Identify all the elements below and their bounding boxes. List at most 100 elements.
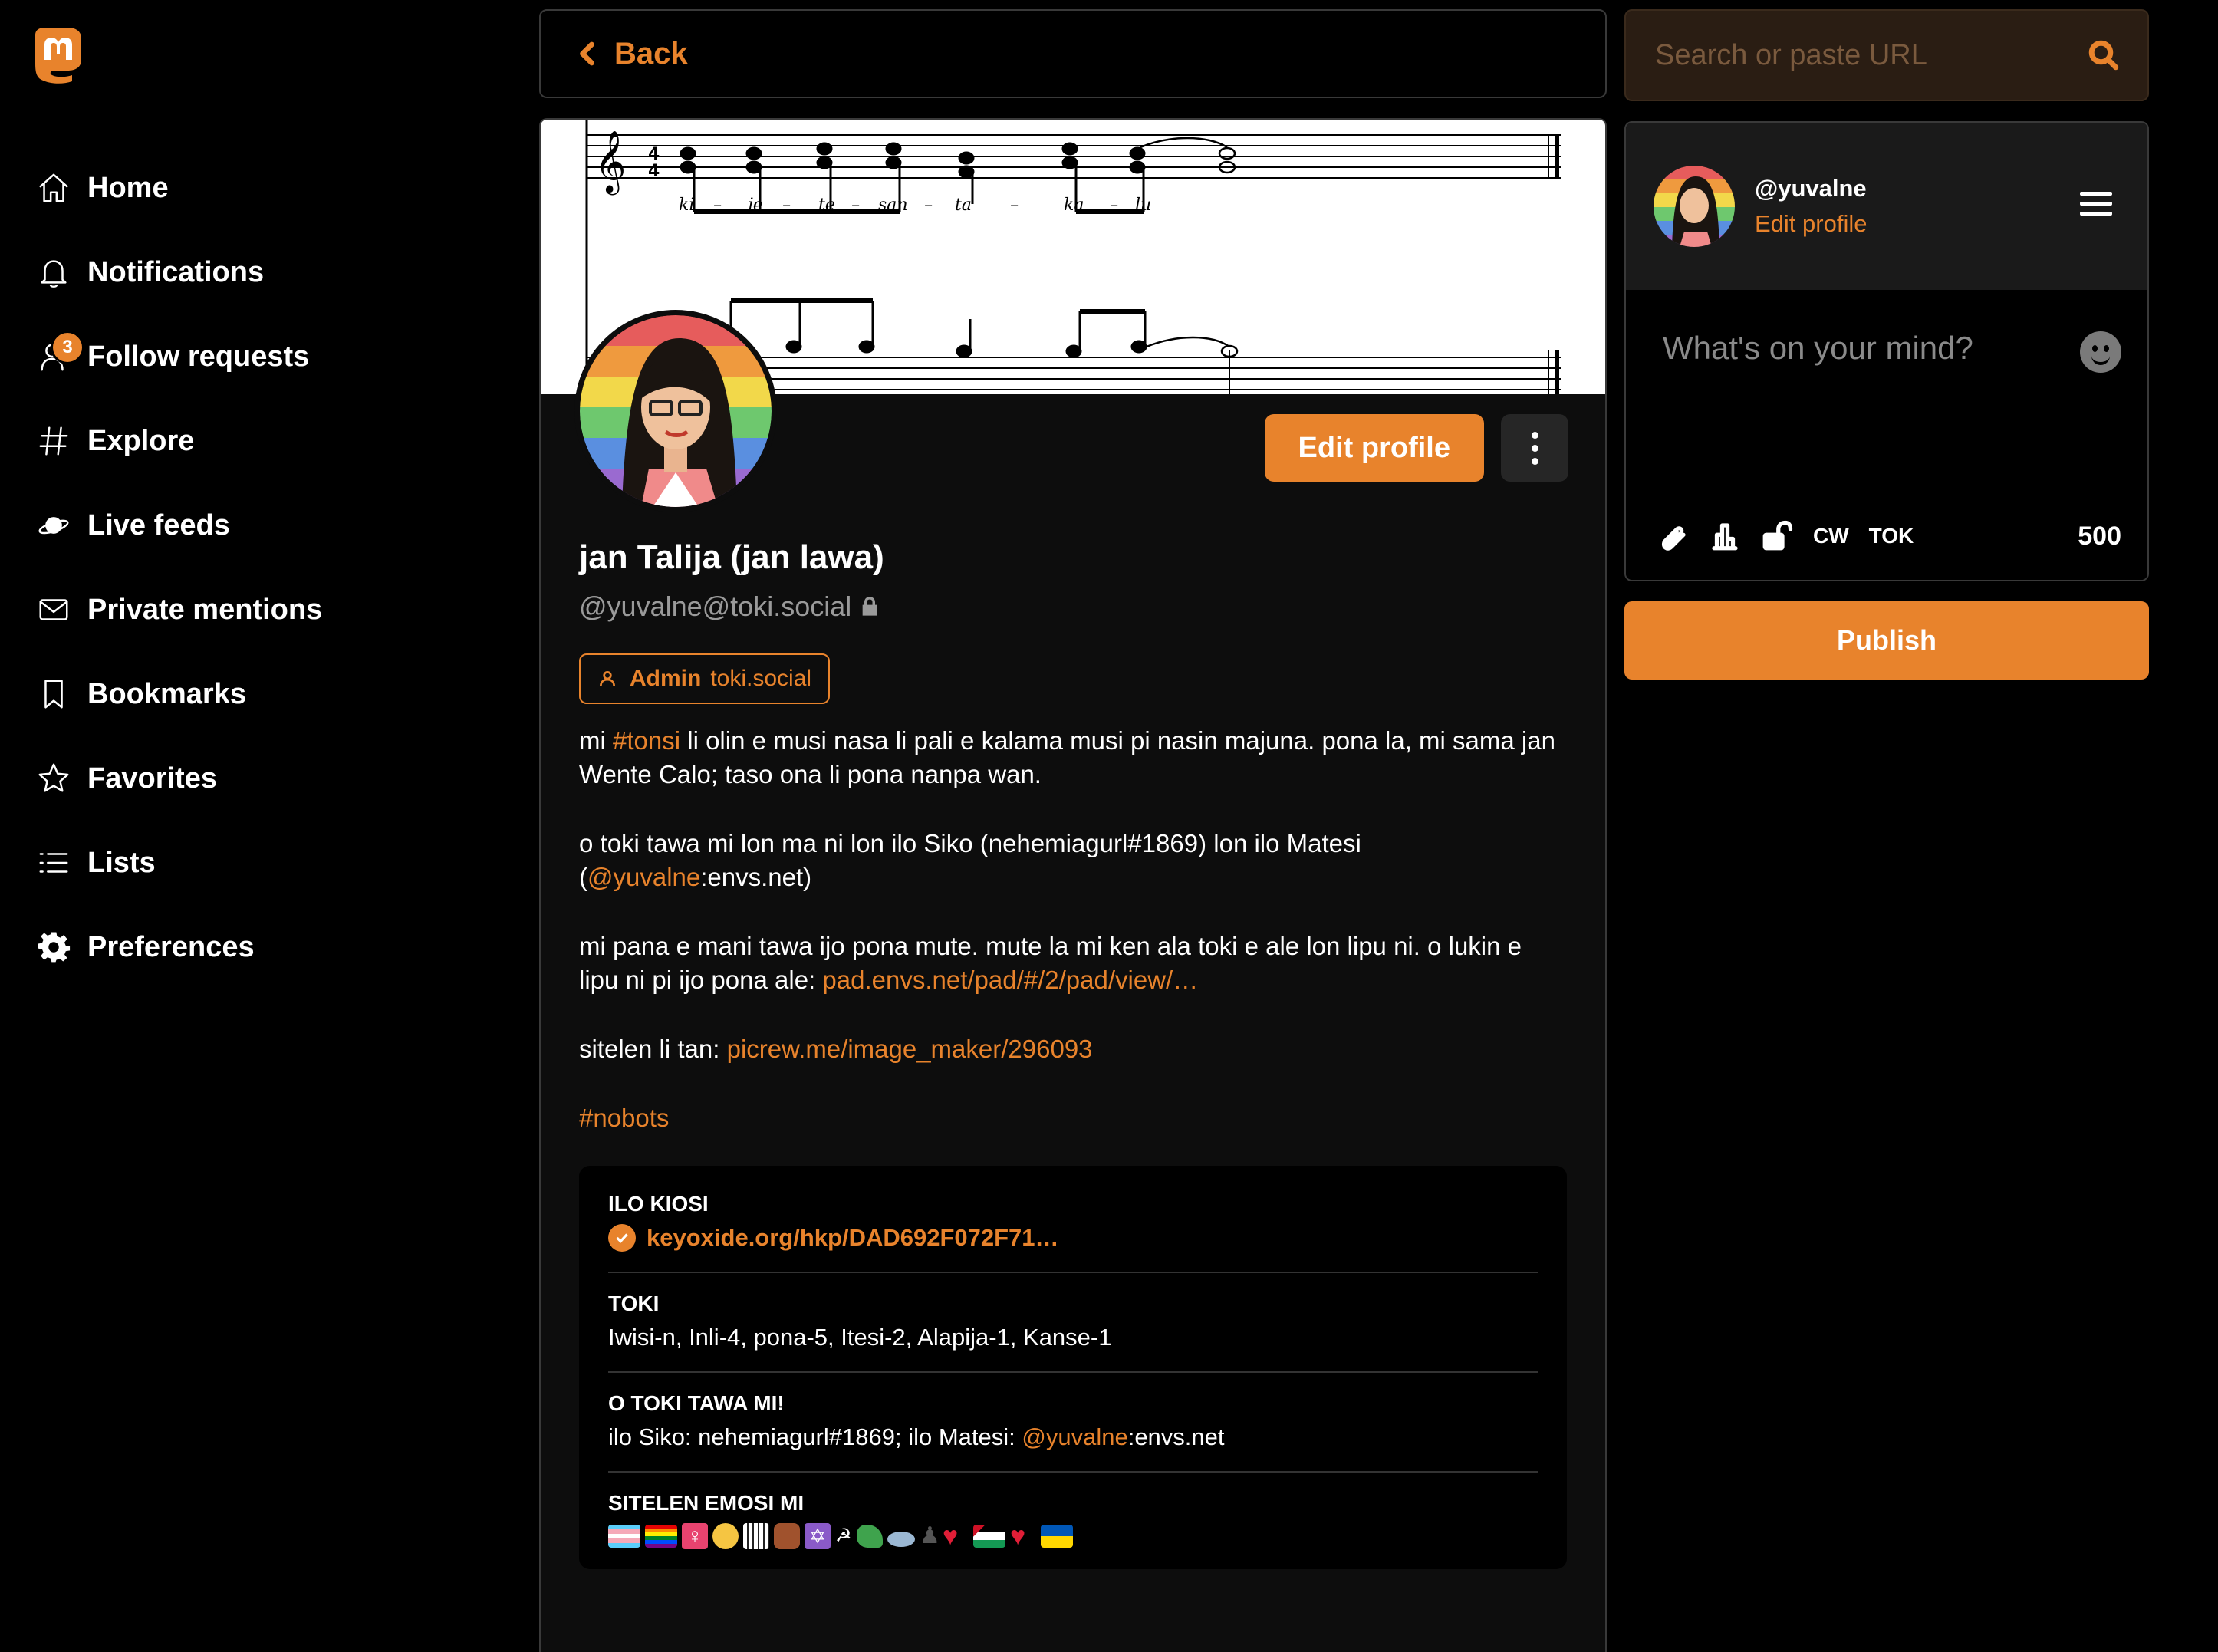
profile-fields: ILO KIOSI keyoxide.org/hkp/DAD692F072F71… — [579, 1166, 1567, 1569]
field-text: ilo Siko: nehemiagurl#1869; ilo Matesi: — [608, 1423, 1015, 1450]
role-badge: Admin toki.social — [579, 653, 831, 704]
ufo-icon — [887, 1532, 915, 1547]
pad-link[interactable]: pad.envs.net/pad/#/2/pad/view/… — [822, 966, 1198, 994]
mention-link[interactable]: @yuvalne — [1022, 1423, 1127, 1451]
profile-bio: mi #tonsi li olin e musi nasa li pali e … — [579, 724, 1567, 1135]
field-name: O TOKI TAWA MI! — [608, 1391, 785, 1415]
dot — [1531, 444, 1538, 452]
bell-icon — [34, 252, 74, 292]
bio-text: mi — [579, 726, 613, 755]
nerd-face-icon — [712, 1523, 739, 1549]
transgender-flag-icon — [608, 1525, 640, 1548]
role-label: Admin — [630, 666, 702, 691]
search-input[interactable] — [1654, 38, 2055, 73]
bio-text: sitelen li tan: — [579, 1035, 727, 1063]
follow-requests-badge: 3 — [51, 331, 84, 364]
nav-item-explore[interactable]: Explore — [34, 399, 494, 483]
menu-bar — [2080, 212, 2112, 216]
profile-field: TOKI Iwisi-n, Inli-4, pona-5, Itesi-2, A… — [608, 1273, 1538, 1373]
red-heart-icon: ♥ — [1010, 1522, 1026, 1551]
paperclip-icon[interactable] — [1657, 520, 1689, 552]
profile-field: ILO KIOSI keyoxide.org/hkp/DAD692F072F71… — [608, 1173, 1538, 1273]
female-sign-icon: ♀ — [682, 1523, 708, 1549]
dot — [1531, 431, 1538, 439]
mastodon-logo-icon[interactable] — [28, 26, 86, 84]
account-handle[interactable]: @yuvalne@toki.social — [579, 591, 1567, 623]
emoji-picker-icon[interactable] — [2080, 331, 2121, 373]
hashtag-icon — [34, 421, 74, 461]
gear-icon — [34, 927, 74, 967]
picrew-link[interactable]: picrew.me/image_maker/296093 — [727, 1035, 1093, 1063]
svg-text:–: – — [713, 196, 722, 215]
search-bar — [1624, 9, 2149, 101]
list-icon — [34, 843, 74, 883]
dot — [1531, 457, 1538, 465]
palestine-flag-icon — [973, 1525, 1005, 1548]
lyric-text: te — [818, 196, 835, 215]
compose-textarea[interactable] — [1661, 328, 2063, 423]
publish-button[interactable]: Publish — [1624, 601, 2149, 680]
nav-item-bookmarks[interactable]: Bookmarks — [34, 652, 494, 736]
current-user-bar: @yuvalne Edit profile — [1626, 123, 2147, 290]
emoji-row: ♀ ✡ ☭ ♟ ♥ ♥ — [608, 1523, 1538, 1549]
edit-profile-button[interactable]: Edit profile — [1264, 414, 1484, 482]
field-name: SITELEN EMOSI MI — [608, 1491, 805, 1515]
keyoxide-link[interactable]: keyoxide.org/hkp/DAD692F072F71… — [647, 1224, 1059, 1252]
current-user-avatar[interactable] — [1654, 166, 1735, 247]
character-counter: 500 — [2078, 521, 2121, 551]
back-label: Back — [614, 36, 688, 71]
nav-item-favorites[interactable]: Favorites — [34, 736, 494, 821]
nav-item-lists[interactable]: Lists — [34, 821, 494, 905]
main-navigation: Home Notifications 3 Follow requests Exp… — [34, 146, 494, 989]
envelope-icon — [34, 590, 74, 630]
hashtag-link[interactable]: #tonsi — [613, 726, 680, 755]
edit-profile-link[interactable]: Edit profile — [1755, 210, 1867, 238]
mention-link[interactable]: @yuvalne — [587, 863, 700, 891]
avatar-illustration — [1654, 166, 1735, 247]
svg-text:–: – — [851, 196, 860, 215]
svg-text:𝄞: 𝄞 — [594, 130, 626, 195]
lyric-text: ta — [955, 196, 972, 215]
nav-item-follow-requests[interactable]: 3 Follow requests — [34, 314, 494, 399]
back-button[interactable]: Back — [574, 37, 688, 71]
bio-text: :envs.net) — [700, 863, 812, 891]
poll-icon[interactable] — [1709, 520, 1741, 552]
content-warning-button[interactable]: CW — [1813, 524, 1849, 548]
chess-pawn-icon: ♟ — [920, 1523, 940, 1548]
current-user-handle[interactable]: @yuvalne — [1755, 175, 1867, 202]
profile-card: 𝄞 4 4 ki – je – te – san – ta – ka – lu … — [539, 118, 1607, 1652]
nav-item-live-feeds[interactable]: Live feeds — [34, 483, 494, 568]
rainbow-flag-icon — [645, 1525, 677, 1548]
lyric-text: lu — [1135, 196, 1151, 215]
ukraine-flag-icon — [1041, 1525, 1073, 1548]
dragon-icon — [857, 1525, 883, 1548]
nav-item-notifications[interactable]: Notifications — [34, 230, 494, 314]
column-header: Back — [539, 9, 1607, 98]
field-value: Iwisi-n, Inli-4, pona-5, Itesi-2, Alapij… — [608, 1324, 1112, 1351]
more-options-button[interactable] — [1501, 414, 1568, 482]
profile-avatar[interactable] — [574, 310, 777, 512]
hammer-sickle-icon: ☭ — [835, 1525, 852, 1546]
nav-item-private-mentions[interactable]: Private mentions — [34, 568, 494, 652]
profile-column: Back 𝄞 4 4 ki – je – te – san – ta – ka … — [539, 9, 1607, 1652]
nav-item-preferences[interactable]: Preferences — [34, 905, 494, 989]
field-value: ilo Siko: nehemiagurl#1869; ilo Matesi: … — [608, 1423, 1538, 1451]
bio-paragraph: #nobots — [579, 1101, 1567, 1135]
language-button[interactable]: TOK — [1869, 524, 1914, 548]
profile-actions: Edit profile — [1264, 414, 1568, 482]
lyric-text: san — [878, 196, 908, 215]
search-icon[interactable] — [2088, 39, 2120, 71]
nav-item-home[interactable]: Home — [34, 146, 494, 230]
profile-field: O TOKI TAWA MI! ilo Siko: nehemiagurl#18… — [608, 1373, 1538, 1473]
field-value: keyoxide.org/hkp/DAD692F072F71… — [608, 1224, 1538, 1252]
unlock-icon[interactable] — [1761, 520, 1793, 552]
compose-column: @yuvalne Edit profile CW TOK 500 Publish — [1624, 9, 2149, 680]
nav-item-label: Bookmarks — [87, 677, 246, 710]
menu-bar — [2080, 192, 2112, 196]
profile-body: Edit profile jan Talija (jan lawa) @yuva… — [541, 310, 1605, 1569]
hashtag-link[interactable]: #nobots — [579, 1104, 669, 1132]
field-name: ILO KIOSI — [608, 1192, 709, 1216]
red-heart-icon: ♥ — [943, 1522, 959, 1551]
menu-icon[interactable] — [2080, 192, 2112, 216]
nav-item-label: Preferences — [87, 930, 255, 963]
